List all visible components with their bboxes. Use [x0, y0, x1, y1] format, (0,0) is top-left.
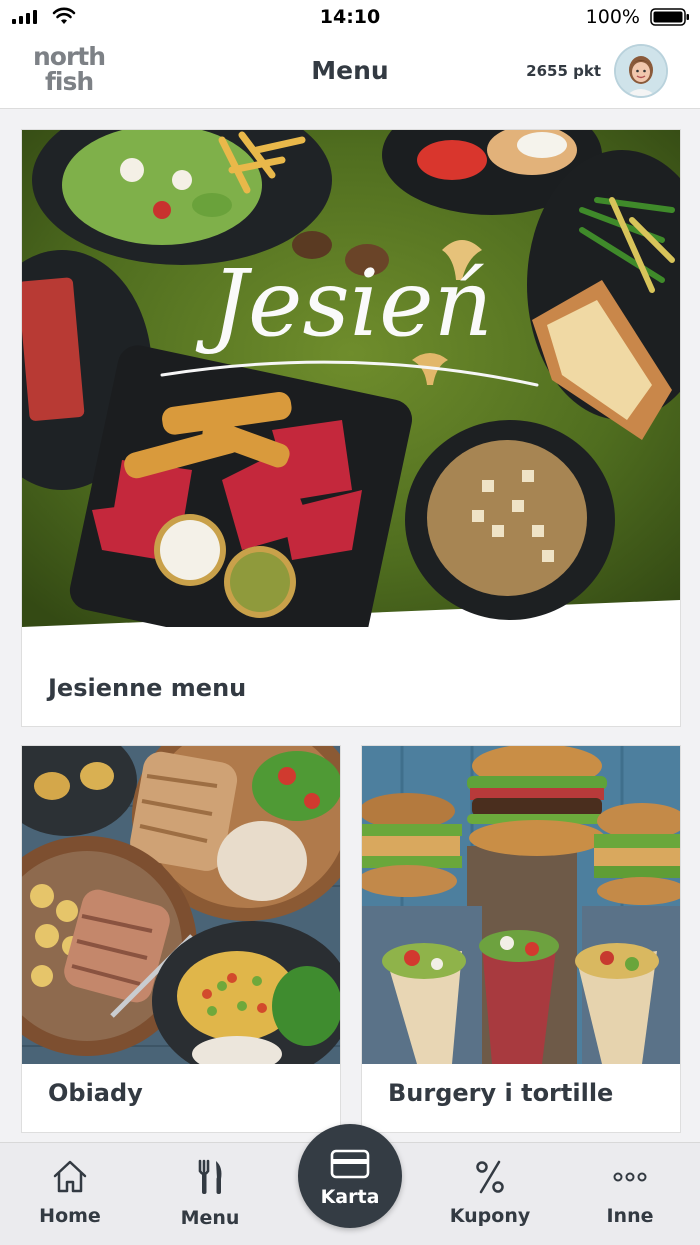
logo-line-1: north — [33, 42, 106, 71]
battery-percent: 100% — [585, 6, 640, 28]
home-icon — [53, 1160, 87, 1193]
avatar[interactable] — [616, 46, 666, 96]
autumn-menu-image: Jesień — [22, 130, 680, 627]
menu-card-burgery[interactable]: Burgery i tortille — [361, 745, 681, 1133]
tab-home-label: Home — [39, 1205, 101, 1227]
app-header: north fish Menu 2655 pkt — [0, 36, 700, 109]
card-label: Obiady — [48, 1079, 143, 1107]
menu-card-obiady[interactable]: Obiady — [21, 745, 341, 1133]
percent-icon — [476, 1160, 504, 1194]
loyalty-points[interactable]: 2655 pkt — [526, 62, 601, 80]
tab-inne-label: Inne — [606, 1205, 654, 1227]
status-bar: 14:10 100% — [0, 0, 700, 36]
tab-inne[interactable]: Inne — [575, 1143, 685, 1245]
more-dots-icon — [613, 1172, 647, 1182]
obiady-image — [22, 746, 340, 1064]
tab-kupony[interactable]: Kupony — [435, 1143, 545, 1245]
tab-home[interactable]: Home — [15, 1143, 125, 1245]
avatar-photo — [616, 46, 666, 96]
menu-card-autumn[interactable]: Jesień Jesienne menu — [21, 129, 681, 727]
logo-line-2: fish — [45, 67, 94, 96]
card-icon — [330, 1149, 370, 1179]
burgery-image — [362, 746, 680, 1064]
card-label: Jesienne menu — [48, 674, 247, 702]
autumn-banner-text: Jesień — [195, 250, 493, 357]
fork-knife-icon — [198, 1159, 222, 1194]
karta-label: Karta — [320, 1186, 380, 1208]
battery-icon — [650, 8, 689, 26]
tab-menu-label: Menu — [180, 1207, 240, 1229]
tab-kupony-label: Kupony — [449, 1205, 531, 1227]
northfish-logo[interactable]: north fish — [33, 44, 109, 100]
karta-button[interactable]: Karta — [298, 1124, 402, 1228]
card-label: Burgery i tortille — [388, 1079, 614, 1107]
tab-menu[interactable]: Menu — [155, 1143, 265, 1245]
